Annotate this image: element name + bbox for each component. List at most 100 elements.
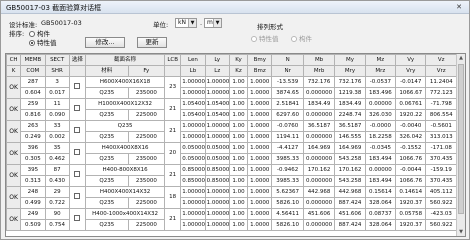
com-cell: 0.249 (20, 131, 46, 143)
nr-cell: 5826.10 (271, 219, 304, 231)
update-button[interactable]: 更新 (137, 37, 167, 48)
lb-cell: 1.00000 (180, 219, 206, 231)
com-cell: 0.816 (20, 109, 46, 121)
select-checkbox-cell[interactable] (68, 76, 87, 99)
close-icon[interactable]: ✕ (453, 2, 465, 12)
arrange-by-property-label: 特性值 (259, 35, 279, 43)
col-header-chk: CH (6, 54, 22, 66)
scroll-up-icon[interactable]: ▲ (457, 54, 465, 62)
select-checkbox[interactable] (74, 82, 81, 89)
arrange-by-property-radio[interactable]: 特性值 (251, 33, 279, 43)
sect-cell: 87 (44, 164, 70, 176)
table-row[interactable]: OK 259 11 H1000X400X12X32 21 1.05400 1.05400 1.… (6, 98, 457, 121)
vz-cell: 11.2404 (425, 76, 457, 88)
bmz-cell: 1.0000 (247, 197, 273, 209)
kz-cell: 1.00 (228, 175, 249, 187)
table-row[interactable]: OK 287 3 H600X400X16X18 23 1.00000 1.00000 1.00… (6, 76, 457, 99)
n-cell: 2.51841 (271, 98, 304, 110)
com-cell: 0.509 (20, 219, 46, 231)
my-cell: 1834.49 (334, 98, 366, 110)
mrz-cell: 183.496 (364, 87, 397, 99)
unit-label: 单位: (153, 21, 169, 29)
ly-cell: 1.00000 (204, 186, 230, 198)
mz-cell: 0.08737 (364, 208, 397, 220)
memb-cell: 396 (20, 142, 46, 154)
mb-cell: 170.162 (302, 164, 336, 176)
lz-cell: 1.00000 (204, 87, 230, 99)
mz-cell: 0.00000 (364, 98, 397, 110)
mrz-cell: 183.494 (364, 153, 397, 165)
select-checkbox[interactable] (74, 170, 81, 177)
select-checkbox-cell[interactable] (68, 164, 87, 187)
my-cell: 36.5187 (334, 120, 366, 132)
lcb-cell: 21 (164, 120, 182, 143)
select-checkbox[interactable] (74, 192, 81, 199)
nr-cell: 3985.33 (271, 153, 304, 165)
table-row[interactable]: OK 248 29 H400X400X14X32 18 1.00000 1.00000 1.0… (6, 186, 457, 209)
select-checkbox[interactable] (74, 126, 81, 133)
mb-cell: 732.176 (302, 76, 336, 88)
select-checkbox-cell[interactable] (68, 120, 87, 143)
unit-length-select[interactable]: m ▼ (204, 18, 222, 28)
lcb-cell: 21 (164, 164, 182, 187)
vry-cell: 1920.37 (395, 197, 427, 209)
table-row[interactable]: OK 249 90 H400-1000x400X14X32 21 1.00000 1.000… (6, 208, 457, 231)
section-name-cell: H400-800X8X16 (85, 164, 166, 176)
chevron-down-icon: ▼ (213, 19, 221, 27)
material-cell: Q235 (85, 197, 129, 209)
select-checkbox[interactable] (74, 148, 81, 155)
sort-by-property-radio[interactable]: 特性值 (29, 37, 57, 47)
select-checkbox-cell[interactable] (68, 208, 87, 231)
n-cell: -0.0760 (271, 120, 304, 132)
select-checkbox[interactable] (74, 104, 81, 111)
kz-cell: 1.00 (228, 87, 249, 99)
select-checkbox-cell[interactable] (68, 142, 87, 165)
vrz-cell: 313.013 (425, 131, 457, 143)
mry-cell: 146.555 (334, 131, 366, 143)
material-cell: Q235 (85, 219, 129, 231)
n-cell: -0.9462 (271, 164, 304, 176)
arrange-by-member-radio[interactable]: 构件 (291, 33, 312, 43)
table-row[interactable]: OK 396 35 H400X400X8X16 20 0.05000 0.05000 1.00… (6, 142, 457, 165)
memb-cell: 395 (20, 164, 46, 176)
scrollbar-thumb[interactable] (458, 64, 464, 214)
mz-cell: -0.0537 (364, 76, 397, 88)
unit-force-select[interactable]: kN ▼ (175, 18, 197, 28)
bmz-cell: 1.0000 (247, 131, 273, 143)
len-cell: 0.05000 (180, 142, 206, 154)
mrb-cell: 0.000000 (302, 219, 336, 231)
vertical-scrollbar[interactable]: ▲ ▼ (456, 54, 465, 236)
memb-cell: 263 (20, 120, 46, 132)
mry-cell: 2248.74 (334, 109, 366, 121)
select-checkbox-cell[interactable] (68, 98, 87, 121)
col-header-blank (164, 65, 182, 77)
ky-cell: 1.00 (228, 164, 249, 176)
select-checkbox-cell[interactable] (68, 186, 87, 209)
modify-button[interactable]: 修改... (85, 37, 125, 48)
select-checkbox[interactable] (74, 214, 81, 221)
vrz-cell: 806.554 (425, 109, 457, 121)
mrb-cell: 0.000000 (302, 131, 336, 143)
mrb-cell: 0.000000 (302, 197, 336, 209)
mz-cell: -0.0345 (364, 142, 397, 154)
memb-cell: 287 (20, 76, 46, 88)
section-name-cell: H600X400X16X18 (85, 76, 166, 88)
shr-cell: 0.090 (44, 109, 70, 121)
kz-cell: 1.00 (228, 219, 249, 231)
mz-cell: 0.15614 (364, 186, 397, 198)
mrb-cell: 0.000000 (302, 153, 336, 165)
check-result-cell: OK (6, 120, 22, 143)
lcb-cell: 20 (164, 142, 182, 165)
section-name-cell: H1000X400X12X32 (85, 98, 166, 110)
vz-cell: -71.798 (425, 98, 457, 110)
ly-cell: 1.00000 (204, 120, 230, 132)
scroll-down-icon[interactable]: ▼ (457, 228, 465, 236)
fy-cell: 225000 (127, 197, 166, 209)
col-header-shr: SHR (44, 65, 70, 77)
len-cell: 1.00000 (180, 186, 206, 198)
ly-cell: 1.00000 (204, 208, 230, 220)
table-row[interactable]: OK 395 87 H400-800X8X16 21 0.85000 0.85000 1.00… (6, 164, 457, 187)
my-cell: 732.176 (334, 76, 366, 88)
table-row[interactable]: OK 263 33 Q235 21 1.00000 1.00000 1.00 1.0000 -0.… (6, 120, 457, 143)
results-table: CH MEMB SECT 选择 截面名称 LCB Len Ly Ky Bmy N… (6, 54, 457, 231)
